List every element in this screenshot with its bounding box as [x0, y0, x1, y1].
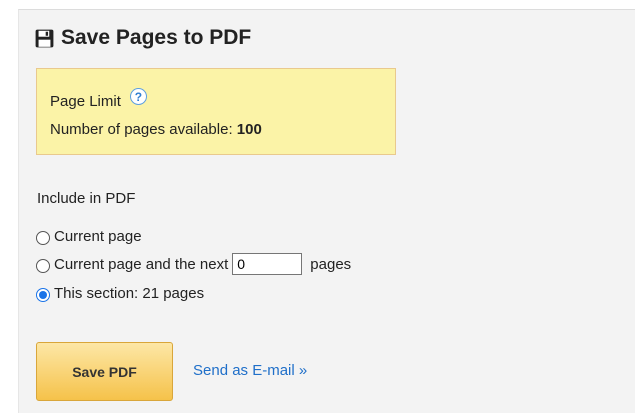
option-current-page-label: Current page [54, 228, 142, 245]
next-pages-input[interactable] [232, 253, 303, 275]
option-this-section[interactable]: This section: 21 pages [36, 285, 204, 302]
radio-next-pages[interactable] [36, 258, 50, 273]
pages-available-count: 100 [236, 121, 262, 138]
page-limit-box: Page Limit ? Number of pages available: … [36, 68, 396, 155]
radio-current-page[interactable] [36, 231, 50, 245]
option-current-page[interactable]: Current page [36, 228, 142, 245]
help-icon[interactable]: ? [129, 88, 147, 105]
pages-available-label: Number of pages available: [50, 121, 233, 138]
page-limit-title: Page Limit ? [50, 88, 147, 110]
option-this-section-label: This section: 21 pages [54, 285, 205, 302]
page-limit-label: Page Limit [50, 93, 121, 110]
pages-available: Number of pages available: 100 [50, 121, 262, 138]
save-pdf-panel: Save Pages to PDF Page Limit ? Number of… [18, 9, 635, 413]
option-next-pages[interactable]: Current page and the next pages [36, 253, 351, 275]
panel-title-text: Save Pages to PDF [61, 26, 252, 49]
send-email-link[interactable]: Send as E-mail » [193, 362, 307, 379]
save-icon [35, 29, 54, 47]
panel-title: Save Pages to PDF [35, 26, 251, 50]
option-next-pages-suffix: pages [310, 255, 352, 273]
option-next-pages-label: Current page and the next [54, 255, 229, 273]
radio-this-section[interactable] [36, 288, 50, 302]
include-in-pdf-label: Include in PDF [37, 190, 136, 207]
save-pdf-button[interactable]: Save PDF [36, 342, 173, 401]
